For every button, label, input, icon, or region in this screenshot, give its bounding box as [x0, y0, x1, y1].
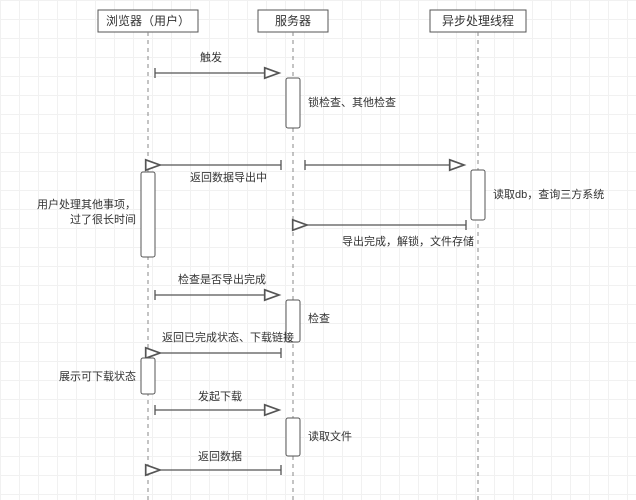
note-userbusy-line2: 过了很长时间 [70, 212, 136, 226]
msg-download-label: 发起下载 [198, 389, 242, 403]
msg-check-label: 检查 [308, 311, 330, 325]
msg-return-data: 返回数据 [160, 449, 281, 475]
lane-async-label: 异步处理线程 [442, 13, 514, 28]
msg-return-exporting-label: 返回数据导出中 [190, 170, 267, 184]
msg-check-done: 检查是否导出完成 [155, 272, 279, 300]
msg-readfile-label: 读取文件 [308, 429, 352, 443]
note-userbusy-line1: 用户处理其他事项， [37, 197, 136, 211]
lane-server: 服务器 [258, 10, 328, 32]
lane-browser: 浏览器（用户） [98, 10, 198, 32]
activation-browser-busy [141, 172, 155, 257]
msg-trigger-label: 触发 [200, 50, 222, 64]
msg-return-data-label: 返回数据 [198, 449, 242, 463]
lane-server-label: 服务器 [275, 13, 311, 28]
msg-export-done-label: 导出完成，解锁，文件存储 [342, 234, 474, 248]
note-showdownload: 展示可下载状态 [59, 369, 136, 383]
msg-trigger: 触发 [155, 50, 279, 78]
lane-browser-label: 浏览器（用户） [106, 13, 190, 28]
msg-lockcheck-label: 锁检查、其他检查 [308, 95, 396, 109]
msg-return-done-label: 返回已完成状态、下载链接 [162, 330, 294, 344]
msg-return-exporting: 返回数据导出中 [160, 160, 281, 184]
lane-async: 异步处理线程 [430, 10, 526, 32]
msg-return-done: 返回已完成状态、下载链接 [160, 330, 294, 358]
activation-server-readfile [286, 418, 300, 456]
activation-server-lockcheck [286, 78, 300, 128]
msg-check-done-label: 检查是否导出完成 [178, 272, 266, 286]
msg-readdb-label: 读取db，查询三方系统 [493, 187, 604, 201]
activation-async-readdb [471, 170, 485, 220]
msg-export-done: 导出完成，解锁，文件存储 [307, 220, 474, 248]
msg-download: 发起下载 [155, 389, 279, 415]
activation-browser-showdl [141, 358, 155, 394]
sequence-diagram: 浏览器（用户） 服务器 异步处理线程 触发 锁检查、其他检查 返回数据导出中 读… [0, 0, 636, 500]
msg-to-async [305, 160, 464, 170]
